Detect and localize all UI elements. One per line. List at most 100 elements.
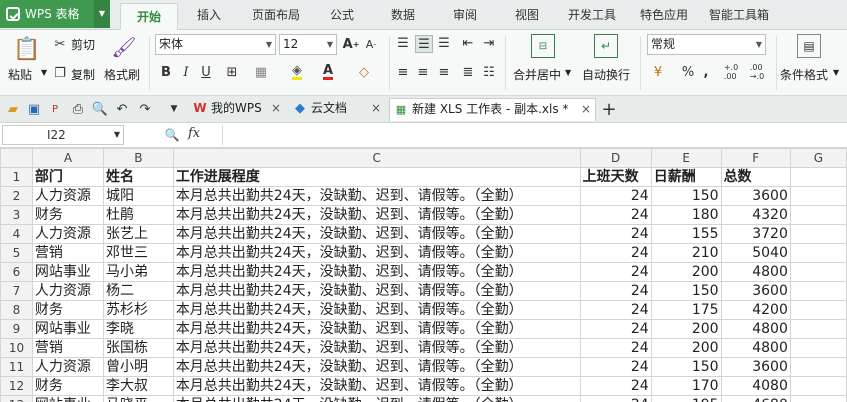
- save-icon[interactable]: ▣: [26, 101, 42, 117]
- table-cell[interactable]: [789, 262, 847, 282]
- table-cell[interactable]: 马小弟: [102, 262, 174, 282]
- scissors-icon[interactable]: ✂: [52, 36, 68, 52]
- table-cell[interactable]: 24: [579, 357, 652, 377]
- close-icon[interactable]: ×: [581, 99, 591, 120]
- table-cell[interactable]: 本月总共出勤共24天，没缺勤、迟到、请假等。（全勤）: [172, 186, 581, 206]
- chevron-down-icon[interactable]: ▼: [41, 68, 47, 77]
- table-cell[interactable]: 本月总共出勤共24天，没缺勤、迟到、请假等。（全勤）: [172, 243, 581, 263]
- table-cell[interactable]: 人力资源: [31, 357, 104, 377]
- tab-developer[interactable]: 开发工具: [568, 6, 616, 23]
- currency-icon[interactable]: ¥: [650, 64, 666, 80]
- fill-pattern-icon[interactable]: ▦: [253, 63, 269, 81]
- justify-icon[interactable]: ≣: [460, 64, 476, 80]
- table-cell[interactable]: 营销: [31, 243, 104, 263]
- table-cell[interactable]: 本月总共出勤共24天，没缺勤、迟到、请假等。（全勤）: [172, 224, 581, 244]
- table-cell[interactable]: 200: [650, 319, 722, 339]
- tab-insert[interactable]: 插入: [197, 6, 221, 23]
- table-cell[interactable]: 本月总共出勤共24天，没缺勤、迟到、请假等。（全勤）: [172, 262, 581, 282]
- row-header[interactable]: 9: [0, 319, 33, 339]
- tab-my-wps[interactable]: W 我的WPS ×: [189, 98, 285, 121]
- tab-data[interactable]: 数据: [391, 6, 415, 23]
- close-icon[interactable]: ×: [371, 98, 381, 119]
- table-cell[interactable]: 24: [579, 281, 652, 301]
- table-cell[interactable]: 张国栋: [102, 338, 174, 358]
- row-header[interactable]: 6: [0, 262, 33, 282]
- table-cell[interactable]: 本月总共出勤共24天，没缺勤、迟到、请假等。（全勤）: [172, 376, 581, 396]
- row-header[interactable]: 3: [0, 205, 33, 225]
- table-cell[interactable]: 本月总共出勤共24天，没缺勤、迟到、请假等。（全勤）: [172, 395, 581, 402]
- copy-icon[interactable]: ❐: [52, 65, 68, 81]
- align-bottom-icon[interactable]: ☰: [436, 35, 452, 51]
- close-icon[interactable]: ×: [271, 98, 281, 119]
- print-preview-icon[interactable]: 🔍: [92, 101, 108, 117]
- font-name-select[interactable]: 宋体 ▼: [155, 34, 276, 55]
- table-cell[interactable]: 24: [579, 395, 652, 402]
- table-cell[interactable]: 24: [579, 205, 652, 225]
- chevron-down-icon[interactable]: ▼: [94, 0, 110, 28]
- table-cell[interactable]: 财务: [31, 376, 104, 396]
- table-cell[interactable]: 营销: [31, 338, 104, 358]
- formula-input[interactable]: [222, 125, 844, 145]
- table-cell[interactable]: 24: [579, 262, 652, 282]
- increase-font-icon[interactable]: A +: [343, 35, 360, 53]
- tab-formula[interactable]: 公式: [330, 6, 354, 23]
- wps-app-button[interactable]: WPS 表格 ▼: [0, 0, 110, 28]
- align-right-icon[interactable]: ≡: [436, 64, 452, 80]
- table-cell[interactable]: 苏杉杉: [102, 300, 174, 320]
- table-cell[interactable]: 日薪酬: [650, 167, 722, 187]
- table-cell[interactable]: 180: [650, 205, 722, 225]
- distributed-icon[interactable]: ☷: [481, 64, 497, 80]
- underline-icon[interactable]: U: [198, 63, 214, 81]
- row-header[interactable]: 12: [0, 376, 33, 396]
- table-cell[interactable]: 4800: [720, 338, 791, 358]
- merge-cells-icon[interactable]: ⊟: [531, 34, 555, 58]
- row-header[interactable]: 1: [0, 167, 33, 187]
- table-cell[interactable]: 200: [650, 338, 722, 358]
- table-cell[interactable]: 本月总共出勤共24天，没缺勤、迟到、请假等。（全勤）: [172, 319, 581, 339]
- column-header-a[interactable]: A: [31, 148, 104, 168]
- table-cell[interactable]: 4320: [720, 205, 791, 225]
- table-cell[interactable]: 邓世三: [102, 243, 174, 263]
- table-cell[interactable]: 155: [650, 224, 722, 244]
- table-cell[interactable]: 李大叔: [102, 376, 174, 396]
- table-cell[interactable]: 本月总共出勤共24天，没缺勤、迟到、请假等。（全勤）: [172, 357, 581, 377]
- table-cell[interactable]: [789, 395, 847, 402]
- table-cell[interactable]: 24: [579, 243, 652, 263]
- table-cell[interactable]: [789, 300, 847, 320]
- column-header-g[interactable]: G: [789, 148, 847, 168]
- decrease-decimal-icon[interactable]: .00 →.0: [748, 62, 766, 82]
- table-cell[interactable]: 3600: [720, 281, 791, 301]
- table-cell[interactable]: 195: [650, 395, 722, 402]
- table-cell[interactable]: 财务: [31, 300, 104, 320]
- table-cell[interactable]: 3720: [720, 224, 791, 244]
- table-cell[interactable]: 张艺上: [102, 224, 174, 244]
- tab-special[interactable]: 特色应用: [640, 6, 688, 23]
- table-cell[interactable]: 24: [579, 319, 652, 339]
- fill-color-icon[interactable]: ◈: [289, 63, 305, 81]
- italic-icon[interactable]: I: [178, 63, 194, 81]
- table-cell[interactable]: 4080: [720, 376, 791, 396]
- table-cell[interactable]: 曾小明: [102, 357, 174, 377]
- cut-button[interactable]: 剪切: [71, 36, 95, 53]
- row-header[interactable]: 2: [0, 186, 33, 206]
- column-header-c[interactable]: C: [172, 148, 581, 168]
- copy-button[interactable]: 复制: [71, 66, 95, 83]
- table-cell[interactable]: [789, 319, 847, 339]
- undo-icon[interactable]: ↶: [114, 101, 130, 117]
- row-header[interactable]: 10: [0, 338, 33, 358]
- conditional-format-button[interactable]: 条件格式: [780, 66, 828, 83]
- indent-decrease-icon[interactable]: ⇤: [460, 35, 476, 51]
- print-icon[interactable]: ⎙: [70, 101, 86, 117]
- table-cell[interactable]: 人力资源: [31, 224, 104, 244]
- indent-increase-icon[interactable]: ⇥: [481, 35, 497, 51]
- table-cell[interactable]: [789, 338, 847, 358]
- row-header[interactable]: 11: [0, 357, 33, 377]
- column-header-b[interactable]: B: [102, 148, 174, 168]
- clipboard-icon[interactable]: 📋: [13, 36, 40, 62]
- new-tab-icon[interactable]: +: [600, 99, 618, 120]
- zoom-formula-icon[interactable]: 🔍: [164, 127, 180, 143]
- tab-view[interactable]: 视图: [515, 6, 539, 23]
- table-cell[interactable]: 本月总共出勤共24天，没缺勤、迟到、请假等。（全勤）: [172, 300, 581, 320]
- tab-home[interactable]: 开始: [120, 3, 179, 30]
- table-cell[interactable]: 部门: [31, 167, 104, 187]
